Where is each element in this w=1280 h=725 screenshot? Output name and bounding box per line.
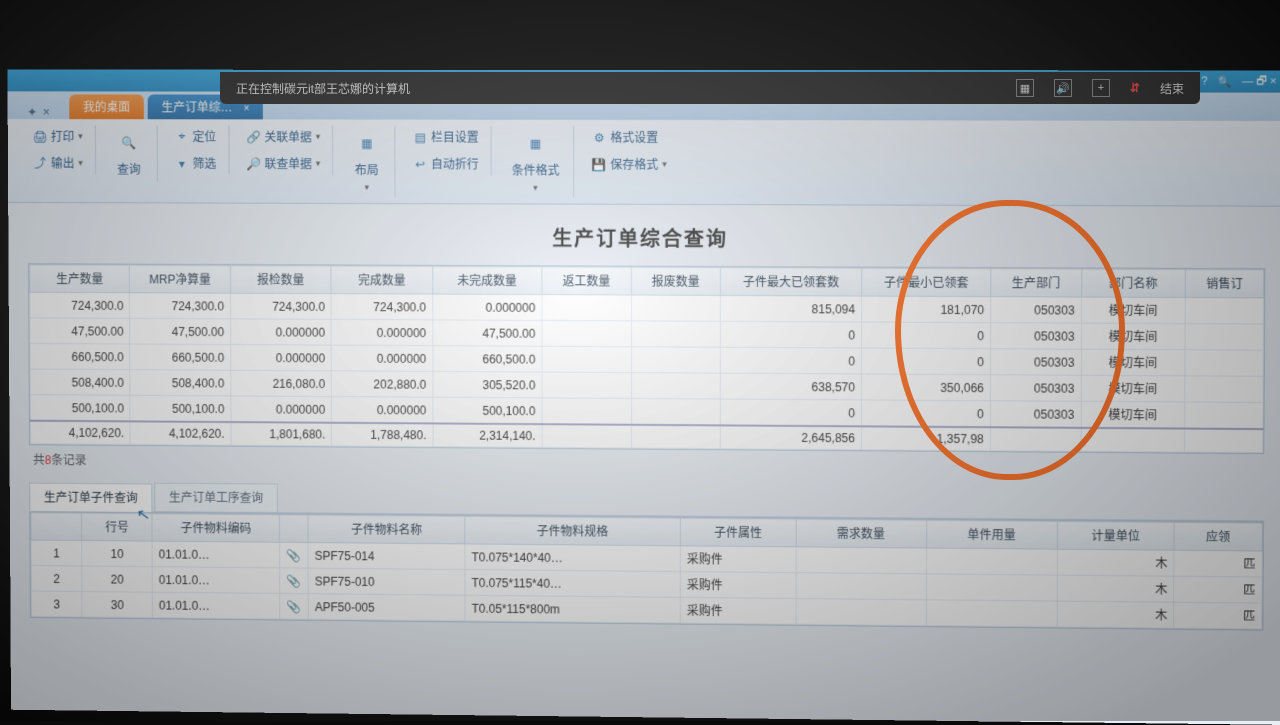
main-grid[interactable]: 生产数量MRP净算量报检数量完成数量未完成数量返工数量报废数量子件最大已领套数子… xyxy=(28,263,1265,454)
col-header[interactable]: 计量单位 xyxy=(1057,521,1174,550)
col-header[interactable]: 部门名称 xyxy=(1081,269,1185,298)
col-header[interactable]: 生产部门 xyxy=(991,269,1082,297)
export-button[interactable]: ⤴输出 xyxy=(25,152,90,175)
autowrap-button[interactable]: ↩自动折行 xyxy=(405,152,486,175)
col-header[interactable]: 需求数量 xyxy=(796,519,926,548)
colset-button[interactable]: ▤栏目设置 xyxy=(405,126,486,149)
filter-button[interactable]: ▾筛选 xyxy=(167,152,224,175)
col-header[interactable] xyxy=(31,513,82,541)
toolbar: 🖨打印 ⤴输出 🔍查询 ⌖定位 ▾筛选 🔗关联单据 🔎联查单据 ▦布局 ▤栏目设… xyxy=(8,119,1280,207)
col-header[interactable]: 子件最大已领套数 xyxy=(721,267,862,296)
page-title: 生产订单综合查询 xyxy=(28,221,1266,254)
tab-desktop-label: 我的桌面 xyxy=(83,100,130,114)
record-count: 共8条记录 xyxy=(33,451,1264,477)
wrap-icon: ↩ xyxy=(413,157,427,171)
export-icon: ⤴ xyxy=(33,156,47,170)
linkdoc-button[interactable]: 🔗关联单据 xyxy=(239,125,328,148)
link-icon: 🔗 xyxy=(247,130,261,144)
search-icon[interactable]: 🔍 xyxy=(1218,75,1232,88)
fmtset-icon: ⚙ xyxy=(592,130,606,144)
col-header[interactable]: 单件用量 xyxy=(926,520,1057,549)
col-header[interactable]: 子件物料编码 xyxy=(152,514,280,543)
lookup-icon: 🔎 xyxy=(247,157,261,171)
tab-desktop[interactable]: 我的桌面 xyxy=(69,94,144,119)
layout-button[interactable]: ▦布局 xyxy=(343,125,391,197)
magnifier-icon: 🔍 xyxy=(115,129,143,157)
col-header[interactable]: 子件物料名称 xyxy=(308,515,465,544)
printer-icon: 🖨 xyxy=(33,129,47,143)
savefmt-button[interactable]: 💾保存格式 xyxy=(584,153,674,176)
col-header[interactable]: MRP净算量 xyxy=(130,265,231,293)
col-header[interactable]: 报废数量 xyxy=(631,267,721,295)
col-header[interactable]: 返工数量 xyxy=(542,267,631,295)
qr-icon[interactable]: ▦ xyxy=(1016,79,1034,97)
lookup-button[interactable]: 🔎联查单据 xyxy=(239,152,328,175)
condfmt-icon: ▦ xyxy=(522,130,550,158)
col-header[interactable]: 报检数量 xyxy=(230,265,331,293)
end-session-button[interactable]: 结束 xyxy=(1160,80,1184,97)
locate-icon: ⌖ xyxy=(175,130,189,144)
fmtset-button[interactable]: ⚙格式设置 xyxy=(584,126,674,149)
col-header[interactable]: 销售订 xyxy=(1185,269,1263,298)
subtab-children[interactable]: 生产订单子件查询 xyxy=(29,483,152,513)
condfmt-button[interactable]: ▦条件格式 xyxy=(502,126,570,198)
help-icon[interactable]: ? xyxy=(1201,75,1207,87)
col-header[interactable]: 子件物料规格 xyxy=(465,516,680,546)
filter-icon: ▾ xyxy=(175,156,189,170)
col-header[interactable]: 未完成数量 xyxy=(432,266,541,294)
columns-icon: ▤ xyxy=(413,130,427,144)
col-header[interactable]: 子件属性 xyxy=(680,518,795,547)
remote-control-bar: 正在控制碳元it部王芯娜的计算机 ▦ 🔊 + ⇵ 结束 xyxy=(220,72,1200,104)
col-header[interactable]: 生产数量 xyxy=(30,265,130,293)
pin-icon[interactable]: ✦ xyxy=(27,105,37,119)
col-header[interactable]: 应领 xyxy=(1174,522,1262,551)
speaker-icon[interactable]: 🔊 xyxy=(1054,79,1072,97)
locate-button[interactable]: ⌖定位 xyxy=(167,125,224,148)
col-header[interactable]: 完成数量 xyxy=(331,266,432,294)
remote-status: 正在控制碳元it部王芯娜的计算机 xyxy=(236,80,410,97)
plus-icon[interactable]: + xyxy=(1092,79,1110,97)
pin-close[interactable]: × xyxy=(43,105,50,119)
query-button[interactable]: 🔍查询 xyxy=(105,125,152,181)
print-button[interactable]: 🖨打印 xyxy=(25,125,90,148)
close-icon[interactable]: × xyxy=(244,104,250,115)
subtab-process[interactable]: 生产订单工序查询 xyxy=(154,483,278,513)
layout-icon: ▦ xyxy=(353,129,381,157)
sub-grid[interactable]: 行号子件物料编码子件物料名称子件物料规格子件属性需求数量单件用量计量单位应领 1… xyxy=(29,511,1264,631)
col-header[interactable] xyxy=(280,515,308,543)
save-icon: 💾 xyxy=(592,157,606,171)
col-header[interactable]: 子件最小已领套 xyxy=(862,268,991,297)
transfer-icon[interactable]: ⇵ xyxy=(1130,81,1140,95)
